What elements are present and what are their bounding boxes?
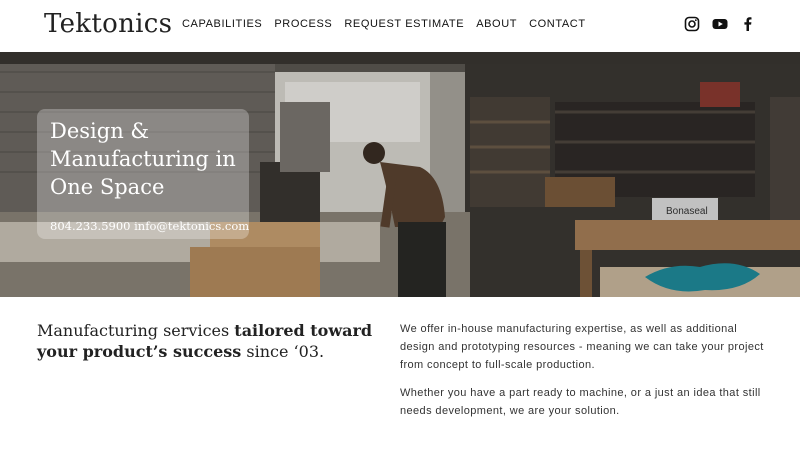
intro-paragraph-2: Whether you have a part ready to machine… [400,387,761,417]
site-header: Tektonics CAPABILITIES PROCESS REQUEST E… [0,0,800,52]
nav-process[interactable]: PROCESS [274,18,332,30]
instagram-icon[interactable] [684,16,700,32]
nav-about[interactable]: ABOUT [476,18,517,30]
tagline-part-1: Manufacturing services [37,321,235,340]
hero-title-line-2: Manufacturing in [50,147,236,171]
youtube-icon[interactable] [712,16,728,32]
hero-contact[interactable]: 804.233.5900 info@tektonics.com [50,219,249,233]
intro-body: We offer in-house manufacturing expertis… [400,320,770,430]
facebook-icon[interactable] [740,16,756,32]
hero-title-line-1: Design & [50,119,150,143]
nav-capabilities[interactable]: CAPABILITIES [182,18,262,30]
nav-request-estimate[interactable]: REQUEST ESTIMATE [344,18,464,30]
main-nav: CAPABILITIES PROCESS REQUEST ESTIMATE AB… [182,18,586,30]
hero-title: Design & Manufacturing in One Space [50,117,236,201]
site-logo[interactable]: Tektonics [44,9,172,39]
hero-section: Bonaseal Design & Manufacturing in One S… [0,52,800,297]
nav-contact[interactable]: CONTACT [529,18,586,30]
intro-paragraph-1: We offer in-house manufacturing expertis… [400,323,764,371]
intro-tagline: Manufacturing services tailored toward y… [37,320,377,362]
hero-title-line-3: One Space [50,175,165,199]
social-links [684,16,756,32]
tagline-part-2: since ‘03. [241,342,325,361]
hero-card: Design & Manufacturing in One Space 804.… [37,109,249,239]
